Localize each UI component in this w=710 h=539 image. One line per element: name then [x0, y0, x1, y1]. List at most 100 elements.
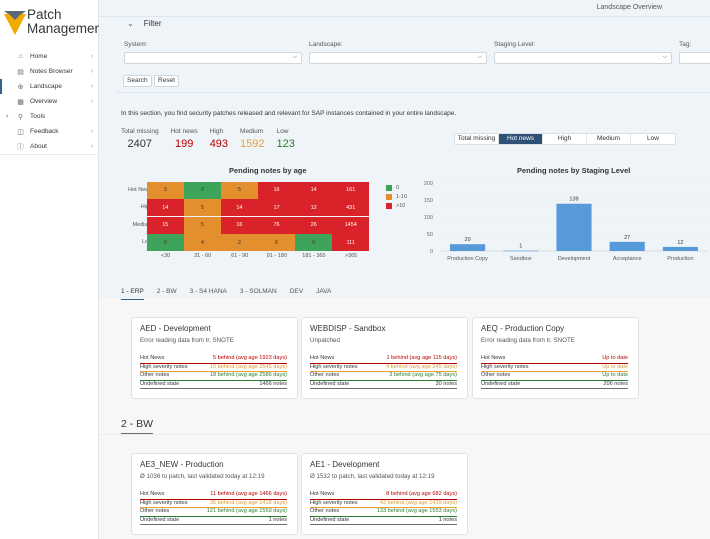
system-card[interactable]: WEBDISP - Sandbox Unpatched Hot News 1 behi… [301, 317, 468, 399]
kpi-medium: Medium 1592 [240, 128, 264, 150]
tab-3-s4-hana[interactable]: 3 - S4 HANA [190, 288, 227, 298]
status-label: Other notes [140, 372, 170, 378]
status-label: Undefined state [140, 380, 180, 387]
filter-toggle[interactable]: ⌄ Filter [127, 19, 161, 28]
chevron-down-icon: ⌄ [127, 19, 134, 28]
tab-dev[interactable]: DEV [290, 288, 303, 298]
kpi-hot-news: Hot news 199 [171, 128, 198, 150]
sidebar-item-notes-browser[interactable]: ▤ Notes Browser › [0, 64, 99, 79]
section-title: 2 - BW [121, 418, 154, 434]
overview-panel: Landscape Overview ⌄ Filter System: ⌵ La… [99, 0, 710, 300]
x-tick-label: Production [667, 256, 693, 262]
status-value: 30 notes [435, 380, 457, 387]
sidebar-item-landscape[interactable]: ⊕ Landscape › [0, 79, 99, 94]
tab-2-bw[interactable]: 2 - BW [157, 288, 177, 298]
legend-label: 0 [396, 184, 400, 191]
main-content: Landscape Overview ⌄ Filter System: ⌵ La… [99, 0, 710, 539]
status-value: Up to date [602, 372, 628, 378]
system-card[interactable]: AE1 - Development Ø 1532 to patch, last v… [301, 453, 468, 535]
notes-icon: ▤ [17, 68, 24, 76]
tag-input[interactable] [679, 52, 710, 64]
heatmap-cell: 12 [295, 199, 332, 217]
status-row-hot: Hot News 11 behind (avg age 1466 days) [140, 491, 287, 500]
status-value: 133 behind (avg age 1553 days) [376, 508, 457, 514]
sidebar-item-feedback[interactable]: ◫ Feedback › [0, 124, 99, 139]
app-title-line1: Patch [27, 7, 62, 22]
heatmap-cell: 1454 [332, 216, 369, 234]
segment-hot-news[interactable]: Hot news [499, 134, 543, 144]
grid-icon: ▦ [17, 98, 24, 106]
kpi-value: 123 [276, 138, 295, 150]
reset-button[interactable]: Reset [154, 75, 179, 87]
heatmap-cell: 76 [258, 216, 295, 234]
heatmap-cell: 111 [332, 234, 369, 251]
heatmap-cell: 5 [184, 216, 221, 234]
segment-high[interactable]: High [543, 134, 587, 144]
system-label: System: [124, 41, 148, 48]
legend-label: >10 [396, 202, 406, 209]
segment-low[interactable]: Low [631, 134, 675, 144]
home-icon: ⌂ [18, 53, 23, 60]
heatmap-cell: 2 [221, 234, 258, 251]
heatmap-col-label: 61 - 90 [231, 253, 249, 259]
sidebar-nav: ⌂ Home › ▤ Notes Browser › ⊕ Landscape › ▦ Overvie… [0, 49, 99, 155]
sidebar-item-overview[interactable]: ▦ Overview › [0, 94, 99, 109]
kpi-value: 2407 [127, 138, 153, 150]
data-label: 12 [677, 240, 683, 246]
expand-arrow-icon[interactable]: › [6, 113, 8, 120]
landscape-select[interactable]: ⌵ [309, 52, 487, 64]
status-value: 206 notes [603, 380, 628, 387]
staging-level-field: Staging Level: ⌵ [494, 41, 672, 64]
tab-1-erp[interactable]: 1 - ERP [121, 288, 144, 300]
heatmap-cell: 26 [295, 216, 332, 234]
kpi-high: High 493 [210, 128, 228, 150]
system-field: System: ⌵ [124, 41, 302, 64]
search-button[interactable]: Search [123, 75, 152, 87]
status-label: Undefined state [310, 380, 350, 387]
system-card[interactable]: AEQ - Production Copy Error reading data … [472, 317, 639, 399]
logo-mark-icon [4, 11, 26, 35]
sidebar-item-tools[interactable]: › ⚲ Tools [0, 109, 99, 124]
legend-swatch [386, 202, 392, 209]
tab-3-solman[interactable]: 3 - SOLMAN [240, 288, 277, 298]
system-card[interactable]: AED - Development Error reading data from… [131, 317, 298, 399]
header-bar: Landscape Overview [99, 0, 710, 17]
sidebar-item-label: Home [30, 53, 48, 60]
status-row-other: Other notes Up to date [481, 372, 628, 381]
y-tick-label: 150 [424, 198, 433, 204]
heatmap-col-label: 31 - 60 [194, 253, 212, 259]
bar [662, 246, 698, 251]
heatmap-cell: 0 [184, 182, 221, 199]
status-value: 18 behind (avg age 2586 days) [209, 372, 287, 378]
segment-medium[interactable]: Medium [587, 134, 631, 144]
staging-level-select[interactable]: ⌵ [494, 52, 672, 64]
system-card[interactable]: AE3_NEW - Production Ø 1036 to patch, las… [131, 453, 298, 535]
sidebar-item-home[interactable]: ⌂ Home › [0, 49, 99, 64]
status-label: Undefined state [481, 380, 521, 387]
bar-chart-title: Pending notes by Staging Level [517, 166, 631, 175]
heatmap-col-label: 91 - 180 [266, 253, 287, 259]
heatmap-cell: 4 [184, 234, 221, 251]
status-value: Up to date [602, 355, 628, 361]
tab-java[interactable]: JAVA [316, 288, 331, 298]
card-title: AE1 - Development [310, 460, 380, 469]
x-tick-label: Sandbox [510, 256, 532, 262]
status-label: Undefined state [140, 516, 180, 523]
system-select[interactable]: ⌵ [124, 52, 302, 64]
segment-total-missing[interactable]: Total missing [455, 134, 499, 144]
sidebar-item-about[interactable]: ⓘ About › [0, 139, 99, 154]
card-subtitle: Unpatched [310, 337, 340, 344]
status-value: 5 behind (avg age 1923 days) [212, 355, 287, 361]
sidebar-item-label: Feedback [30, 128, 59, 135]
kpi-label: Medium [240, 128, 264, 135]
status-row-other: Other notes 133 behind (avg age 1553 days… [310, 508, 457, 517]
status-label: Other notes [140, 508, 170, 514]
chevron-right-icon: › [90, 53, 93, 60]
tag-label: Tag: [679, 41, 692, 48]
heatmap-cell: 6 [258, 234, 295, 251]
sidebar-item-label: Overview [30, 98, 58, 105]
bar [450, 244, 486, 251]
status-row-undef: Undefined state 1 notes [140, 516, 287, 525]
kpi-low: Low 123 [277, 128, 295, 150]
chevron-right-icon: › [90, 98, 93, 105]
